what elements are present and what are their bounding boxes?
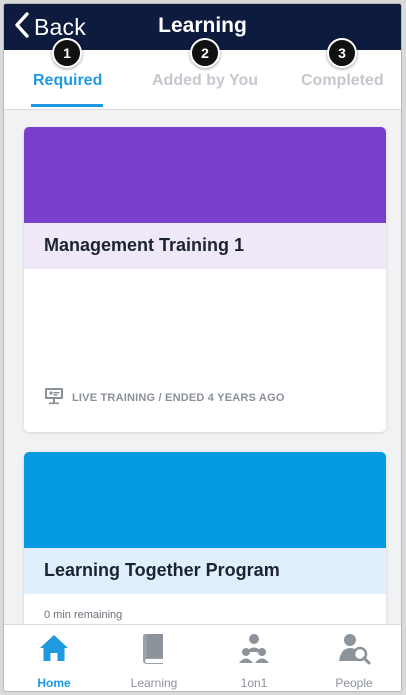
nav-home[interactable]: Home bbox=[14, 631, 94, 690]
card-time-remaining: 0 min remaining bbox=[44, 609, 123, 621]
card-title: Management Training 1 bbox=[24, 223, 386, 269]
annotation-badge-1: 1 bbox=[52, 38, 82, 68]
annotation-badge-2: 2 bbox=[190, 38, 220, 68]
app-screen: Back Learning Required Added by You Comp… bbox=[3, 3, 402, 692]
presentation-icon bbox=[44, 387, 64, 408]
nav-learning[interactable]: Learning bbox=[114, 631, 194, 690]
nav-1on1[interactable]: 1on1 bbox=[214, 631, 294, 690]
people-pair-icon bbox=[237, 631, 271, 670]
page-title: Learning bbox=[158, 14, 247, 37]
bottom-nav: Home Learning 1on1 People bbox=[4, 624, 401, 691]
nav-label: 1on1 bbox=[240, 676, 268, 690]
book-icon bbox=[137, 631, 171, 670]
tab-completed[interactable]: Completed bbox=[301, 72, 384, 90]
card-meta: LIVE TRAINING / ENDED 4 YEARS AGO bbox=[44, 387, 285, 408]
annotation-badge-3: 3 bbox=[327, 38, 357, 68]
nav-label: People bbox=[335, 676, 373, 690]
card-title: Learning Together Program bbox=[24, 548, 386, 594]
tab-active-indicator bbox=[31, 104, 103, 107]
card-meta-text: LIVE TRAINING / ENDED 4 YEARS AGO bbox=[72, 391, 285, 404]
card-banner bbox=[24, 452, 386, 548]
nav-people[interactable]: People bbox=[314, 631, 394, 690]
nav-label: Learning bbox=[130, 676, 178, 690]
learning-card[interactable]: Management Training 1 LIVE TRAINING / EN… bbox=[24, 127, 386, 432]
learning-list[interactable]: Management Training 1 LIVE TRAINING / EN… bbox=[4, 111, 401, 626]
card-banner bbox=[24, 127, 386, 223]
people-search-icon bbox=[337, 631, 371, 670]
nav-label: Home bbox=[37, 676, 71, 690]
tab-required[interactable]: Required bbox=[33, 72, 102, 90]
tab-added-by-you[interactable]: Added by You bbox=[152, 72, 258, 90]
learning-card[interactable]: Learning Together Program 0 min remainin… bbox=[24, 452, 386, 626]
home-icon bbox=[37, 631, 71, 670]
